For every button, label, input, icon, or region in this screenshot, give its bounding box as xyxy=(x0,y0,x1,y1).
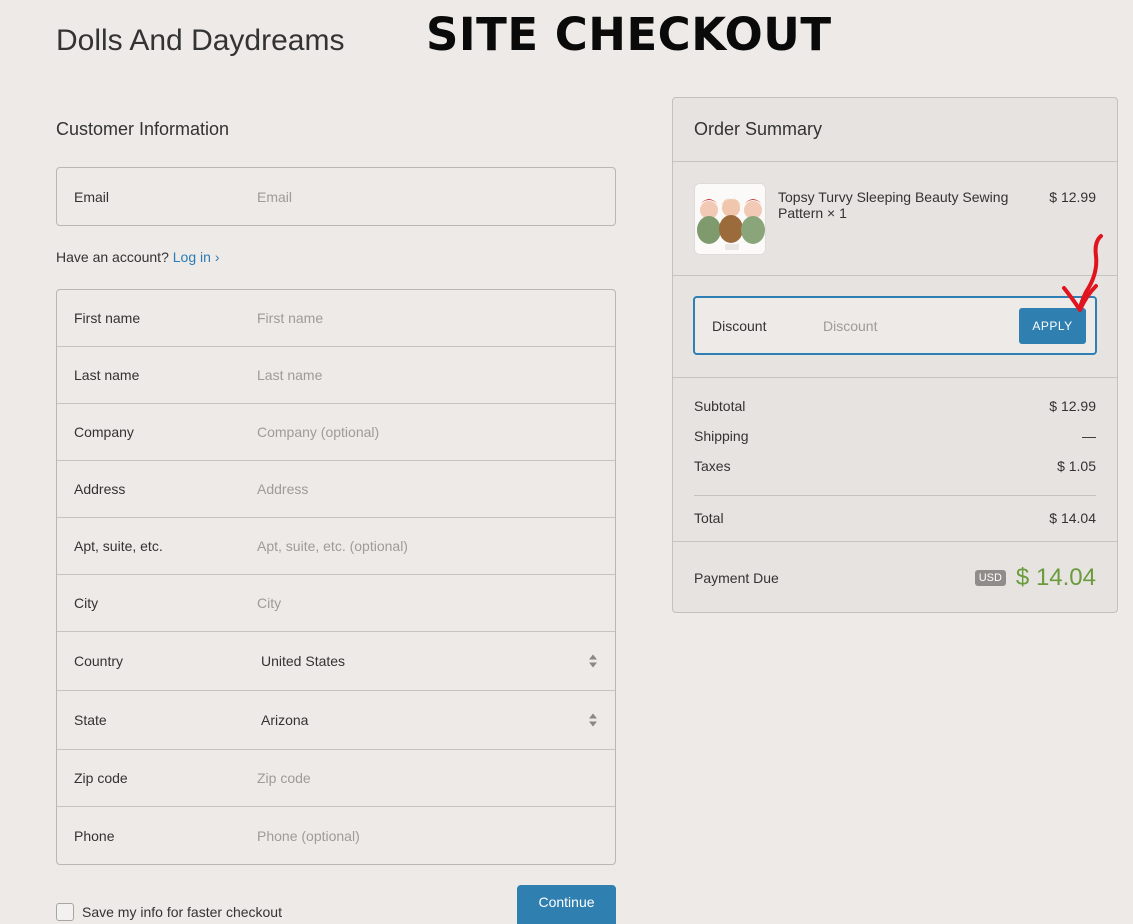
first-name-row: First name xyxy=(57,290,615,347)
product-thumbnail xyxy=(694,183,766,255)
save-info-label: Save my info for faster checkout xyxy=(82,904,282,920)
select-arrows-icon xyxy=(589,654,597,668)
first-name-field[interactable] xyxy=(257,310,615,326)
order-summary: Order Summary Topsy Turvy Sleeping Beaut… xyxy=(672,97,1118,613)
subtotal-value: $ 12.99 xyxy=(1049,398,1096,414)
country-label: Country xyxy=(74,653,124,669)
taxes-value: $ 1.05 xyxy=(1057,458,1096,474)
total-row: Total $ 14.04 xyxy=(694,510,1096,540)
payment-due-row: Payment Due USD $ 14.04 xyxy=(673,542,1117,592)
last-name-label: Last name xyxy=(74,367,140,383)
email-group: Email xyxy=(56,167,616,226)
email-row: Email xyxy=(57,168,615,225)
store-name: Dolls And Daydreams xyxy=(56,24,345,57)
taxes-row: Taxes $ 1.05 xyxy=(694,458,1096,488)
login-link[interactable]: Log in xyxy=(173,249,211,265)
first-name-label: First name xyxy=(74,310,141,326)
phone-field[interactable] xyxy=(257,827,615,844)
city-row: City xyxy=(57,575,615,632)
discount-label: Discount xyxy=(712,317,767,334)
save-info-row: Save my info for faster checkout xyxy=(56,903,282,921)
shipping-row: Shipping — xyxy=(694,428,1096,458)
state-value: Arizona xyxy=(261,712,309,728)
phone-label: Phone xyxy=(74,827,115,844)
account-prompt: Have an account? xyxy=(56,249,169,265)
address-row: Address xyxy=(57,461,615,518)
total-value: $ 14.04 xyxy=(1049,510,1096,526)
continue-button[interactable]: Continue xyxy=(517,885,616,924)
product-name: Topsy Turvy Sleeping Beauty Sewing Patte… xyxy=(778,189,1009,221)
zip-label: Zip code xyxy=(74,770,128,786)
red-arrow-annotation xyxy=(1062,234,1103,312)
account-line: Have an account? Log in › xyxy=(56,249,220,265)
last-name-field[interactable] xyxy=(257,367,615,383)
currency-badge: USD xyxy=(974,570,1006,586)
site-checkout-banner: SITE CHECKOUT xyxy=(426,8,832,61)
city-label: City xyxy=(74,595,99,611)
zip-row: Zip code xyxy=(57,750,615,807)
discount-box: Discount APPLY xyxy=(693,296,1097,355)
chevron-right-icon: › xyxy=(214,249,220,265)
product-price: $ 12.99 xyxy=(1049,189,1096,205)
taxes-label: Taxes xyxy=(694,458,731,474)
phone-row: Phone xyxy=(57,807,615,864)
city-field[interactable] xyxy=(257,595,615,611)
save-info-checkbox[interactable] xyxy=(56,903,74,921)
payment-due-value: $ 14.04 xyxy=(1015,564,1096,591)
state-label: State xyxy=(74,712,107,728)
state-select[interactable]: State Arizona xyxy=(57,691,615,750)
company-label: Company xyxy=(74,424,134,440)
address-form: First name Last name Company Address Apt… xyxy=(56,289,616,865)
company-row: Company xyxy=(57,404,615,461)
last-name-row: Last name xyxy=(57,347,615,404)
discount-field[interactable] xyxy=(823,317,1019,334)
apt-label: Apt, suite, etc. xyxy=(74,538,163,554)
shipping-value: — xyxy=(1082,428,1096,444)
select-arrows-icon xyxy=(589,713,597,727)
apt-row: Apt, suite, etc. xyxy=(57,518,615,575)
company-field[interactable] xyxy=(257,424,615,440)
shipping-label: Shipping xyxy=(694,428,749,444)
customer-info-title: Customer Information xyxy=(56,119,230,139)
address-label: Address xyxy=(74,481,126,497)
email-field[interactable] xyxy=(257,188,615,205)
total-label: Total xyxy=(694,510,724,526)
order-summary-title: Order Summary xyxy=(673,98,1117,162)
address-field[interactable] xyxy=(257,481,615,497)
apt-field[interactable] xyxy=(257,538,615,554)
subtotal-label: Subtotal xyxy=(694,398,746,414)
payment-due-amount-group: USD $ 14.04 xyxy=(974,564,1096,592)
subtotal-row: Subtotal $ 12.99 xyxy=(694,398,1096,428)
country-value: United States xyxy=(261,653,346,669)
payment-due-label: Payment Due xyxy=(694,570,779,586)
country-select[interactable]: Country United States xyxy=(57,632,615,691)
zip-field[interactable] xyxy=(257,770,615,786)
totals: Subtotal $ 12.99 Shipping — Taxes $ 1.05… xyxy=(673,378,1117,542)
email-label: Email xyxy=(74,188,110,205)
totals-divider xyxy=(694,495,1096,496)
